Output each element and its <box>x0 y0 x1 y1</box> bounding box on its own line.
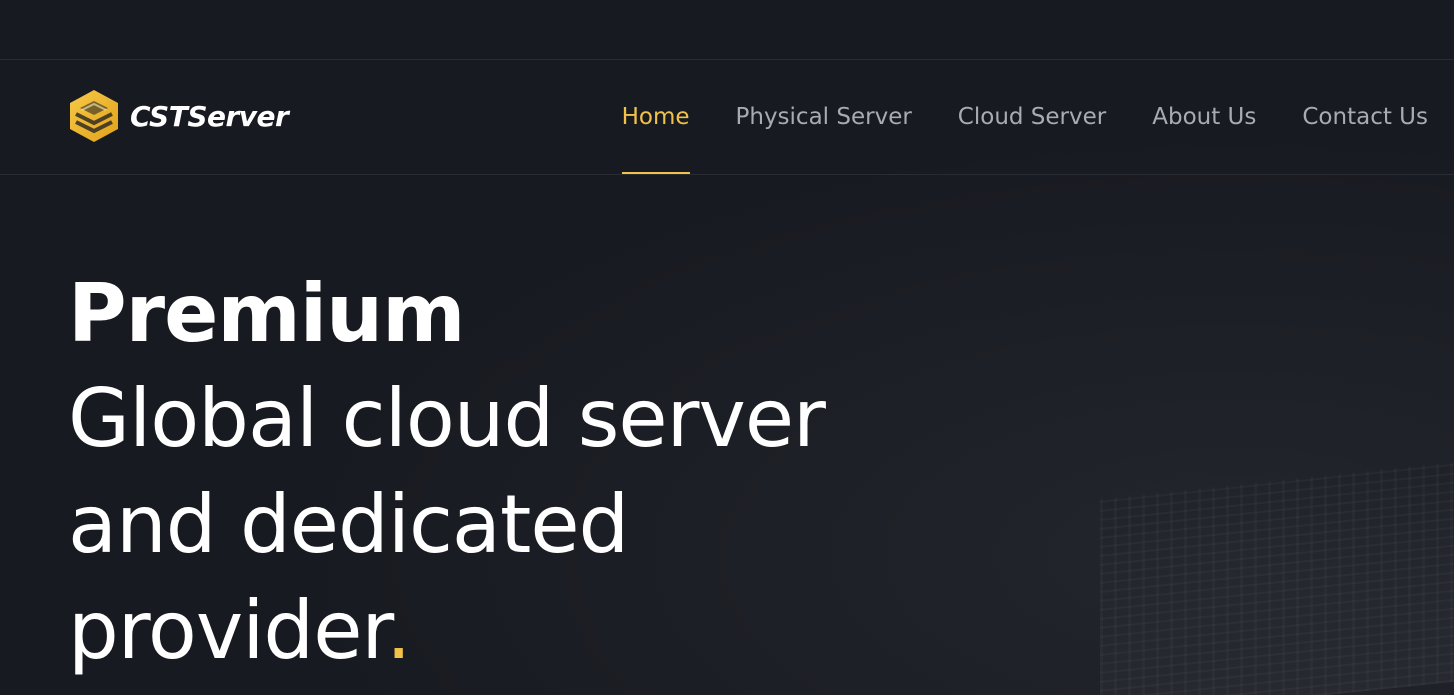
page: CSTServer Home Physical Server Cloud Ser… <box>0 0 1454 695</box>
nav-item-home[interactable]: Home <box>621 60 690 174</box>
nav-item-contact-us[interactable]: Contact Us <box>1302 60 1428 174</box>
hero-headline-bold: Premium <box>68 267 465 360</box>
hero-headline-line-3-text: provider <box>68 584 387 677</box>
hero-accent-period: . <box>385 584 411 677</box>
hexagon-layers-logo-icon <box>70 90 118 142</box>
main-nav: Home Physical Server Cloud Server About … <box>576 60 1428 174</box>
hero-section: Premium Global cloud server and dedicate… <box>68 262 968 684</box>
site-header: CSTServer Home Physical Server Cloud Ser… <box>0 60 1454 175</box>
server-rack-background-image <box>1100 461 1454 695</box>
logo-link[interactable]: CSTServer <box>68 88 289 144</box>
hero-headline-line-3: provider. <box>68 578 968 684</box>
hero-headline-line-1: Global cloud server <box>68 372 826 465</box>
hero-headline: Premium Global cloud server and dedicate… <box>68 262 968 684</box>
nav-item-about-us[interactable]: About Us <box>1152 60 1256 174</box>
top-bar <box>0 0 1454 60</box>
nav-item-physical-server[interactable]: Physical Server <box>736 60 912 174</box>
brand-name: CSTServer <box>130 99 289 133</box>
hero-headline-line-2: and dedicated <box>68 478 629 571</box>
nav-item-cloud-server[interactable]: Cloud Server <box>958 60 1106 174</box>
